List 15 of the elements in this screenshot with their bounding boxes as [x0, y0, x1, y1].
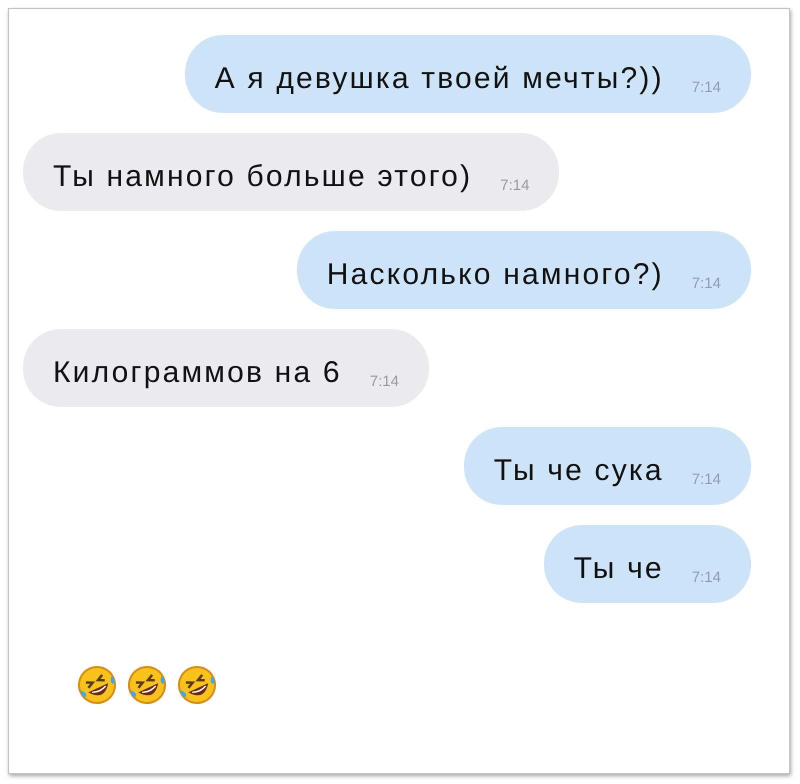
- message-time: 7:14: [692, 79, 721, 98]
- message-time: 7:14: [500, 177, 530, 196]
- laughing-emoji-icon: [175, 663, 219, 707]
- message-time: 7:14: [692, 471, 721, 490]
- message-text: Ты намного больше этого): [53, 159, 472, 195]
- message-text: Ты че: [574, 551, 664, 587]
- message-text: А я девушка твоей мечты?)): [214, 61, 664, 97]
- message-time: 7:14: [692, 569, 721, 588]
- laughing-emoji-icon: [75, 663, 119, 707]
- message-text: Ты че сука: [494, 453, 664, 489]
- message-time: 7:14: [370, 373, 399, 392]
- message-time: 7:14: [692, 275, 721, 294]
- laughing-emoji-icon: [125, 663, 169, 707]
- message-text: Насколько намного?): [326, 257, 664, 293]
- message-text: Килограммов на 6: [53, 355, 342, 391]
